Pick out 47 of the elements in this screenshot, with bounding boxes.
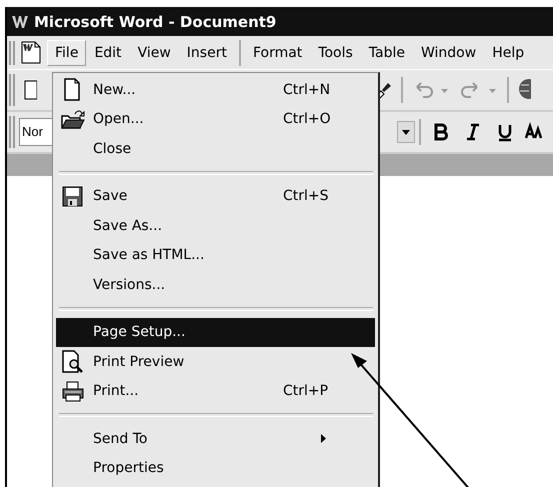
menu-item-label: Print... [93,383,140,400]
toolbar-handle[interactable] [9,40,15,64]
folder-icon [61,108,85,131]
menu-item-label: Print Preview [93,354,186,370]
menu-item-label: Page Setup... [93,324,186,340]
globe-icon[interactable] [517,79,531,101]
menu-item-label: Versions... [93,276,166,293]
shortcut-label: Ctrl+S [283,188,329,204]
menu-item[interactable]: View [130,40,179,66]
shortcut-label: Ctrl+N [283,82,330,98]
menu-item[interactable]: Print Preview [56,347,375,376]
magnifier-page-icon [61,350,85,374]
shortcut-label: Ctrl+P [283,383,328,400]
menu-item-label: Close [93,140,132,157]
menu-item[interactable]: Open... Ctrl+O [56,104,375,134]
word-logo-icon [11,14,29,30]
menu-item[interactable]: Window [413,40,484,66]
printer-icon [61,380,85,403]
menu-item-label: Send To [93,430,148,447]
shortcut-label: Ctrl+O [283,111,331,128]
menu-item[interactable]: Tools [310,40,361,66]
menu-item-label: Save as HTML... [93,247,206,264]
menu-item-label: Properties [93,460,165,476]
menu-item[interactable]: Page Setup... [56,318,375,347]
toolbar-handle[interactable] [9,116,15,148]
menu-item[interactable]: Insert [178,40,235,66]
menu-item[interactable]: Send To [56,424,375,454]
menu-item[interactable]: Versions... [56,270,375,300]
menu-item[interactable]: Print... Ctrl+P [56,376,375,406]
window-title: Microsoft Word - Document9 [34,12,276,30]
menu-item-label: Save [93,188,128,204]
menu-item[interactable]: Edit [86,40,130,66]
menu-item-label: New... [93,82,137,98]
menu-item[interactable]: Properties [56,454,375,483]
menu-item[interactable]: Save as HTML... [56,240,375,270]
menu-item[interactable]: Format [244,40,310,66]
menu-item[interactable]: Save As... [56,211,375,240]
menu-item[interactable]: Table [360,40,413,66]
toolbar-handle[interactable] [9,74,15,106]
menu-item[interactable]: Close [56,134,375,164]
document-icon[interactable] [19,40,43,64]
menu-item-label: Open... [93,111,145,128]
menu-item[interactable]: File [47,40,86,66]
menu-item-label: Save As... [93,218,164,234]
menu-item[interactable]: Save Ctrl+S [56,182,375,211]
menu-item[interactable]: Help [484,40,532,66]
new-document-icon[interactable] [23,79,37,101]
